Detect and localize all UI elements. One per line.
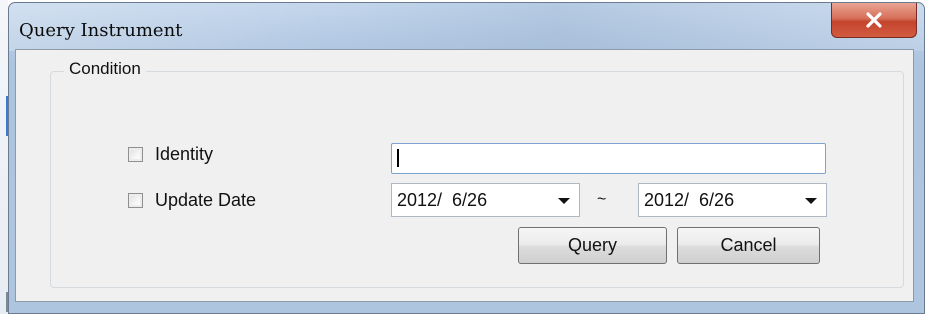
update-date-from-picker[interactable]: 2012/ 6/26 <box>391 183 580 217</box>
identity-label: Identity <box>155 144 214 164</box>
update-date-to-value: 2012/ 6/26 <box>644 190 735 210</box>
cancel-button[interactable]: Cancel <box>677 227 820 264</box>
close-button[interactable] <box>831 3 917 38</box>
update-date-checkbox[interactable] <box>128 193 143 208</box>
chevron-down-icon[interactable] <box>558 198 570 204</box>
update-date-label: Update Date <box>155 190 257 210</box>
dialog-window: Query Instrument Condition Identity Upda… <box>8 2 925 314</box>
text-caret <box>397 149 399 167</box>
condition-group-label: Condition <box>64 59 146 79</box>
background-window-edge <box>0 0 8 314</box>
close-icon <box>866 12 882 28</box>
update-date-from-value: 2012/ 6/26 <box>397 190 488 210</box>
identity-input[interactable] <box>391 143 826 174</box>
dialog-client-area: Condition Identity Update Date 2012/ 6/2… <box>15 49 914 302</box>
date-range-separator: ~ <box>597 191 607 208</box>
query-button[interactable]: Query <box>518 227 667 264</box>
chevron-down-icon[interactable] <box>805 198 817 204</box>
window-title: Query Instrument <box>19 20 183 41</box>
identity-checkbox[interactable] <box>128 147 143 162</box>
condition-groupbox: Condition Identity Update Date 2012/ 6/2… <box>50 59 904 288</box>
update-date-to-picker[interactable]: 2012/ 6/26 <box>638 183 827 217</box>
